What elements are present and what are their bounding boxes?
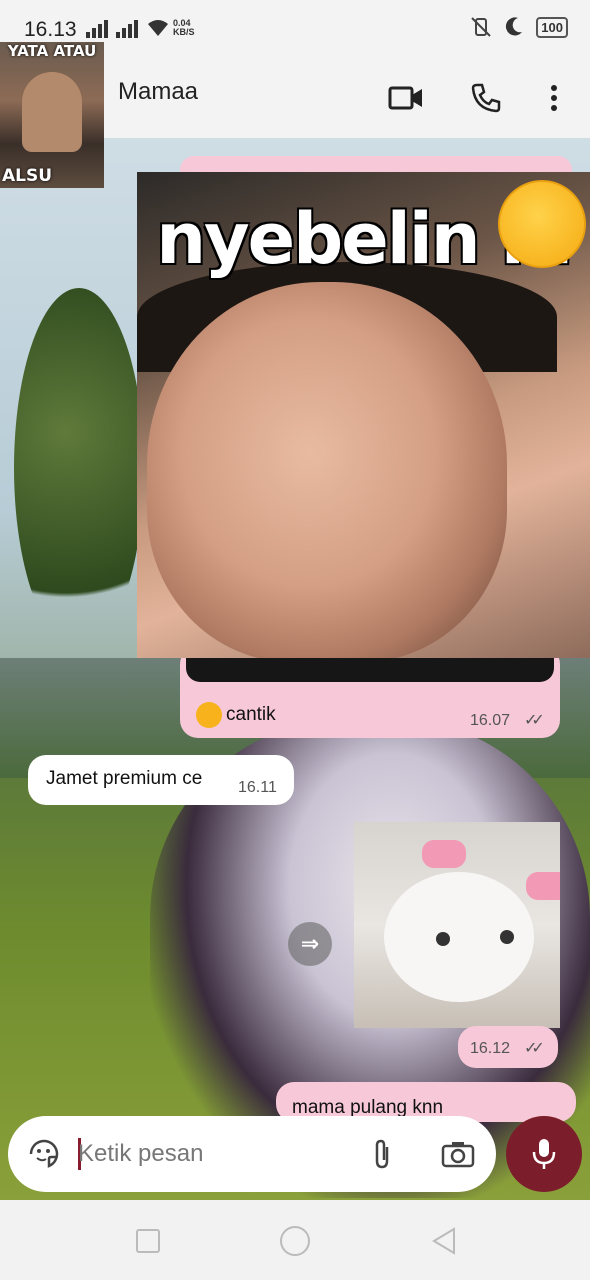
pink-bow-icon bbox=[422, 840, 466, 868]
contact-name[interactable]: Mamaa bbox=[118, 78, 198, 106]
forward-icon[interactable]: ⇒ bbox=[288, 922, 332, 966]
home-icon[interactable] bbox=[280, 1226, 310, 1256]
signal-icon bbox=[86, 20, 108, 38]
message-bubble-cantik[interactable]: cantik 16.07 ✓✓ bbox=[180, 646, 560, 738]
message-time: 16.11 bbox=[238, 779, 277, 796]
message-input[interactable]: Ketik pesan bbox=[78, 1140, 203, 1168]
signal-icon bbox=[116, 20, 138, 38]
wallpaper-tree bbox=[14, 288, 144, 648]
sticker-icon[interactable] bbox=[24, 1134, 64, 1174]
image-time-bubble: 16.12 ✓✓ bbox=[458, 1026, 558, 1068]
read-ticks-icon: ✓✓ bbox=[524, 712, 545, 729]
cat-eye bbox=[436, 932, 450, 946]
video-call-icon[interactable] bbox=[382, 74, 430, 122]
message-input-bar[interactable]: Ketik pesan bbox=[8, 1116, 496, 1192]
moon-icon bbox=[506, 17, 523, 36]
meme-image[interactable]: nyebelin ih bbox=[137, 172, 590, 658]
back-icon[interactable] bbox=[430, 1226, 458, 1256]
pink-bow-icon bbox=[526, 872, 560, 900]
more-options-icon[interactable] bbox=[530, 74, 578, 122]
network-speed: 0.04 KB/S bbox=[173, 18, 195, 37]
voice-call-icon[interactable] bbox=[462, 74, 510, 122]
laughing-emoji-icon bbox=[498, 180, 586, 268]
status-time: 16.13 bbox=[24, 18, 77, 41]
avatar-text-top: YATA ATAU bbox=[7, 42, 97, 60]
cat-image[interactable] bbox=[354, 822, 560, 1028]
message-text: cantik bbox=[196, 702, 276, 728]
message-bubble-jamet[interactable]: Jamet premium ce 16.11 bbox=[28, 755, 294, 805]
status-right: 100 bbox=[470, 16, 568, 38]
battery-icon: 100 bbox=[536, 16, 568, 38]
navigation-bar bbox=[0, 1200, 590, 1280]
recent-apps-icon[interactable] bbox=[136, 1229, 160, 1253]
cat-eye bbox=[500, 930, 514, 944]
mic-icon bbox=[532, 1139, 556, 1169]
wifi-icon bbox=[148, 20, 168, 36]
read-ticks-icon: ✓✓ bbox=[524, 1040, 545, 1057]
meme-face bbox=[147, 282, 507, 658]
vibrate-icon bbox=[471, 17, 492, 37]
camera-icon[interactable] bbox=[438, 1134, 478, 1174]
avatar-text-bottom: ALSU bbox=[2, 166, 53, 186]
avatar[interactable]: YATA ATAU ALSU bbox=[0, 42, 104, 188]
message-time: 16.07 bbox=[470, 712, 511, 729]
avatar-figure bbox=[22, 72, 82, 152]
shy-emoji-icon bbox=[196, 702, 222, 728]
message-text: Jamet premium ce bbox=[46, 768, 203, 789]
mic-button[interactable] bbox=[506, 1116, 582, 1192]
attach-icon[interactable] bbox=[362, 1134, 402, 1174]
message-time: 16.12 bbox=[470, 1040, 511, 1057]
